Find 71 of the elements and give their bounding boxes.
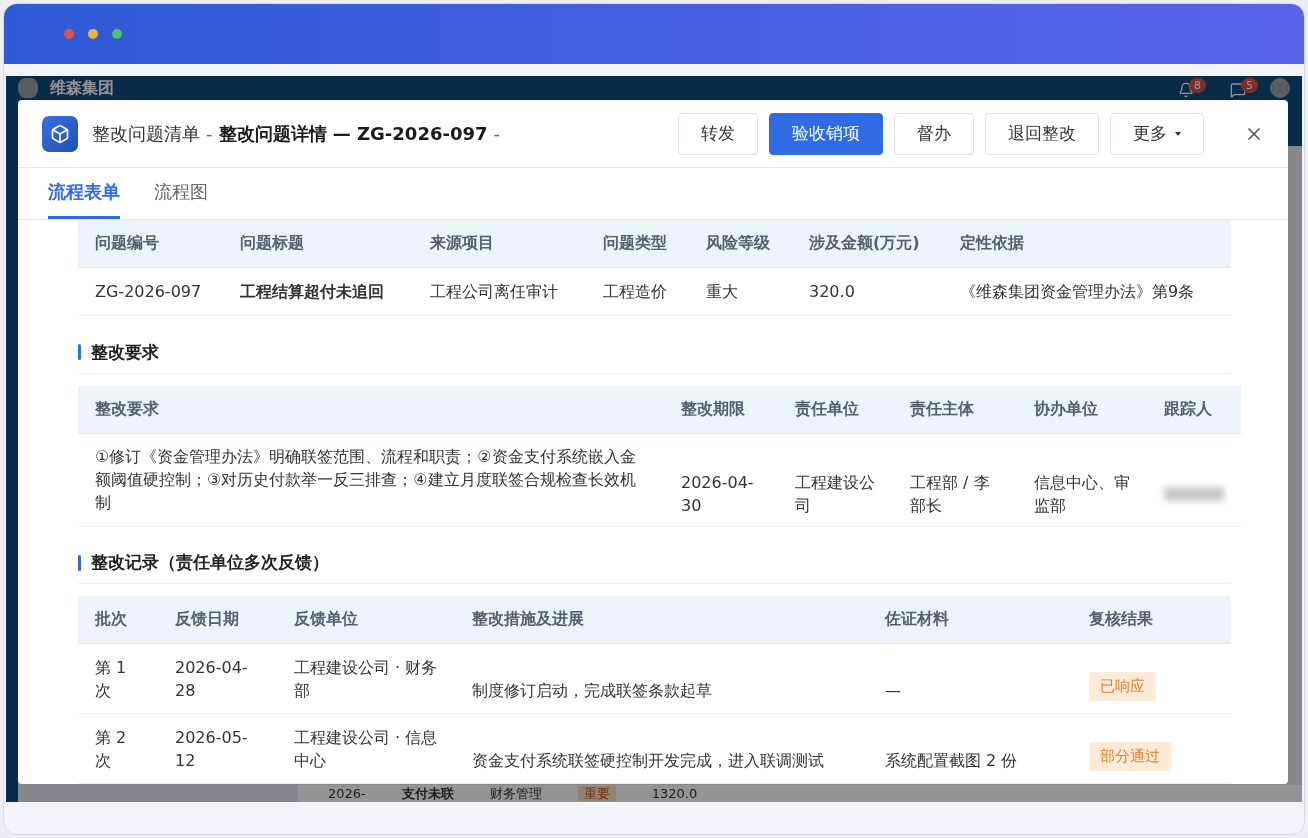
column-header: 责任单位 [778,385,893,434]
section-title: 整改要求 [91,340,159,364]
table-cell: ZG-2026-097 [78,268,223,316]
table-cell: 第 1 次 [78,644,158,714]
table-cell: 《维森集团资金管理办法》第9条 [943,268,1231,316]
column-header: 整改期限 [664,385,778,434]
column-header: 定性依据 [943,220,1231,268]
breadcrumb-link[interactable]: 整改问题清单 [92,121,200,146]
table-cell: 财务管理 [489,786,542,801]
table-cell: 工程公司离任审计 [413,268,586,316]
separator: - [493,123,500,144]
logo-icon [18,78,38,98]
table-cell: 第 2 次 [78,714,158,784]
column-header: 责任主体 [893,385,1017,434]
table-cell: 资金支付系统联签硬控制开发完成，进入联调测试 [455,714,868,784]
table-cell: 制度修订启动，完成联签条款起草 [455,644,868,714]
column-header: 批次 [78,596,158,644]
status-tag: 部分通过 [1089,742,1171,771]
window-control-dot[interactable] [88,29,98,39]
table-cell: ①修订《资金管理办法》明确联签范围、流程和职责；②资金支付系统嵌入金额阈值硬控制；③对历史付款举一反三排查；④建立月度联签合规检查长效机制 [78,433,664,527]
bell-icon[interactable] [1178,82,1194,98]
column-header: 跟踪人 [1147,385,1241,434]
column-header: 风险等级 [689,220,792,268]
section-title: 整改记录（责任单位多次反馈） [91,551,329,575]
status-tag: 已响应 [1089,672,1156,701]
column-header: 整改要求 [78,385,664,434]
action-button[interactable]: 督办 [894,112,974,155]
message-icon[interactable] [1230,82,1246,98]
table-cell: 工程造价 [586,268,689,316]
action-button[interactable]: 验收销项 [769,112,883,155]
table-cell: 1320.0 [651,786,698,801]
column-header: 复核结果 [1072,596,1231,644]
table-cell: 工程建设公司 · 财务部 [277,644,455,714]
table-cell: — [868,644,1072,714]
window-control-dot[interactable] [112,29,122,39]
table-cell: 2026-05-12 [158,714,277,784]
column-header: 问题类型 [586,220,689,268]
tab[interactable]: 流程图 [154,168,208,219]
cube-icon [42,115,78,152]
count-badge: 5 [1241,78,1258,93]
column-header: 涉及金额(万元) [792,220,943,268]
table-cell: 信息中心、审监部 [1017,433,1147,527]
column-header: 问题标题 [223,220,413,268]
table-cell: 支付未联 [401,786,454,801]
risk-tag: 重要 [577,786,616,801]
table-cell: 2026- [328,786,366,801]
separator: - [206,123,213,144]
table-cell: 工程部 / 李部长 [893,433,1017,527]
column-header: 来源项目 [413,220,586,268]
brand-name: 维森集团 [50,78,115,97]
action-button[interactable]: 转发 [678,112,758,155]
avatar-icon[interactable] [1270,78,1290,98]
table-cell: 工程建设公司 [778,433,893,527]
dialog-title: 整改问题详情 — ZG-2026-097 [218,121,488,146]
column-header: 反馈日期 [158,596,277,644]
table-cell: 320.0 [792,268,943,316]
action-button[interactable]: 退回整改 [985,112,1099,155]
count-badge: 8 [1189,78,1206,93]
table-cell: 重大 [689,268,792,316]
table-cell: 系统配置截图 2 份 [868,714,1072,784]
action-button[interactable]: 更多 [1110,112,1204,155]
window-control-dot[interactable] [64,29,74,39]
table-cell: 工程结算超付未追回 [223,268,413,316]
column-header: 佐证材料 [868,596,1072,644]
column-header: 整改措施及进展 [455,596,868,644]
column-header: 反馈单位 [277,596,455,644]
table-cell: 工程建设公司 · 信息中心 [277,714,455,784]
table-cell: 2026-04-28 [158,644,277,714]
column-header: 问题编号 [78,220,223,268]
column-header: 协办单位 [1017,385,1147,434]
table-cell: 2026-04-30 [664,433,778,527]
